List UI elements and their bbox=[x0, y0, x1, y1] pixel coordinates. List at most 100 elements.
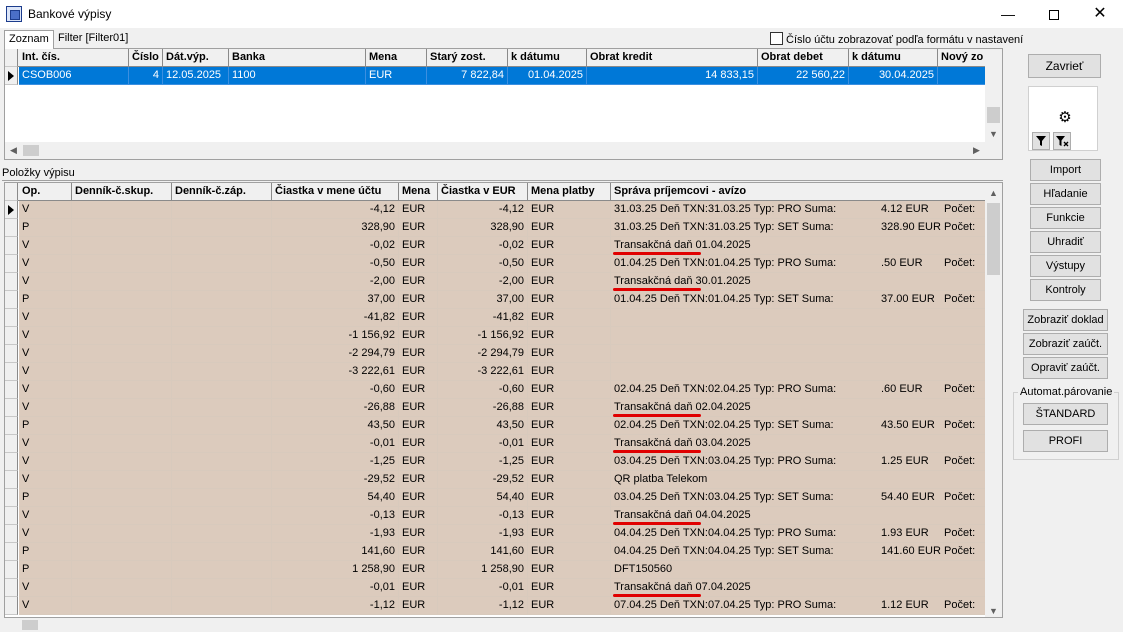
pay-button[interactable]: Uhradiť bbox=[1030, 231, 1101, 253]
statements-vscroll[interactable]: ▼ bbox=[985, 49, 1002, 143]
item-message-cell: 04.04.25 Deň TXN:04.04.25 Typ: PRO Suma:… bbox=[611, 525, 986, 543]
item-cell bbox=[172, 237, 272, 255]
statements-column-header[interactable]: Obrat kredit bbox=[587, 49, 758, 67]
item-row[interactable]: V -26,88 EUR -26,88 EUR Transakčná daň 02.04.… bbox=[5, 399, 986, 417]
statement-row[interactable]: CSOB006 4 12.05.2025 1100 EUR 7 822,84 01.04.2… bbox=[5, 67, 998, 85]
item-row[interactable]: P1 258,90 EUR 1 258,90 EUR DFT150560 bbox=[5, 561, 986, 579]
items-vscroll[interactable]: ▲ ▼ bbox=[985, 183, 1002, 617]
statements-vscroll-thumb[interactable] bbox=[987, 107, 1000, 123]
outputs-button[interactable]: Výstupy bbox=[1030, 255, 1101, 277]
statements-hscroll[interactable]: ◀ ▶ bbox=[5, 142, 1002, 159]
tab-list[interactable]: Zoznam bbox=[4, 30, 54, 49]
minimize-button[interactable]: — bbox=[985, 0, 1031, 28]
items-column-header[interactable]: Mena bbox=[399, 183, 438, 201]
statements-column-header[interactable]: Mena bbox=[366, 49, 427, 67]
items-vscroll-thumb[interactable] bbox=[987, 203, 1000, 275]
item-row[interactable]: V -1 156,92 EUR -1 156,92 EUR bbox=[5, 327, 986, 345]
item-message-count-label: Počet: bbox=[944, 527, 976, 539]
item-row[interactable]: P 328,90 EUR 328,90 EUR 31.03.25 Deň TXN:31.0… bbox=[5, 219, 986, 237]
item-cell bbox=[172, 561, 272, 579]
maximize-button[interactable] bbox=[1031, 0, 1077, 28]
item-cell: EUR bbox=[399, 219, 438, 237]
items-hscroll-thumb[interactable] bbox=[22, 620, 38, 630]
filter-clear-icon[interactable] bbox=[1053, 132, 1071, 150]
statements-column-header[interactable]: k dátumu bbox=[508, 49, 587, 67]
item-row[interactable]: P 43,50 EUR 43,50 EUR 02.04.25 Deň TXN:02.04.… bbox=[5, 417, 986, 435]
item-row[interactable]: V -0,60 EUR -0,60 EUR 02.04.25 Deň TXN:02.04.… bbox=[5, 381, 986, 399]
statements-column-header[interactable]: Starý zost. bbox=[427, 49, 508, 67]
item-row[interactable]: V -1,25 EUR -1,25 EUR 03.04.25 Deň TXN:03.04.… bbox=[5, 453, 986, 471]
item-message-cell: 03.04.25 Deň TXN:03.04.25 Typ: SET Suma:… bbox=[611, 489, 986, 507]
items-column-header[interactable]: Mena platby bbox=[528, 183, 611, 201]
items-column-header[interactable]: Čiastka v EUR bbox=[438, 183, 528, 201]
item-row[interactable]: V -4,12 EUR -4,12 EUR 31.03.25 Deň TXN:31.03.… bbox=[5, 201, 986, 219]
item-row[interactable]: V -0,01 EUR -0,01 EUR Transakčná daň 07.04.20… bbox=[5, 579, 986, 597]
item-row[interactable]: P 141,60 EUR 141,60 EUR 04.04.25 Deň TXN:04.0… bbox=[5, 543, 986, 561]
statements-column-header[interactable]: k dátumu bbox=[849, 49, 938, 67]
account-format-option[interactable]: Číslo účtu zobrazovať podľa formátu v na… bbox=[770, 32, 1023, 46]
standard-button[interactable]: ŠTANDARD bbox=[1023, 403, 1108, 425]
item-cell: P bbox=[19, 561, 72, 579]
statements-column-header[interactable]: Banka bbox=[229, 49, 366, 67]
item-row[interactable]: V -2 294,79 EUR -2 294,79 EUR bbox=[5, 345, 986, 363]
close-window-button[interactable]: ✕ bbox=[1077, 0, 1123, 28]
search-button[interactable]: Hľadanie bbox=[1030, 183, 1101, 205]
item-row[interactable]: P 37,00 EUR 37,00 EUR 01.04.25 Deň TXN:01.04.… bbox=[5, 291, 986, 309]
splitter[interactable] bbox=[2, 180, 1003, 181]
item-row[interactable]: V -29,52 EUR -29,52 EUR QR platba Telekom bbox=[5, 471, 986, 489]
item-cell: EUR bbox=[528, 471, 611, 489]
items-hscroll[interactable] bbox=[4, 618, 1003, 632]
item-row[interactable]: V -1,12 EUR -1,12 EUR 07.04.25 Deň TXN:07.04.… bbox=[5, 597, 986, 615]
items-column-header[interactable]: Správa príjemcovi - avízo bbox=[611, 183, 986, 201]
import-button[interactable]: Import bbox=[1030, 159, 1101, 181]
profi-button[interactable]: PROFI bbox=[1023, 430, 1108, 452]
scroll-down-icon[interactable]: ▼ bbox=[985, 603, 1002, 617]
item-row[interactable]: V -2,00 EUR -2,00 EUR Transakčná daň 30.01.20… bbox=[5, 273, 986, 291]
item-row[interactable]: P 54,40 EUR 54,40 EUR 03.04.25 Deň TXN:03.04.… bbox=[5, 489, 986, 507]
scroll-down-icon[interactable]: ▼ bbox=[985, 126, 1002, 143]
functions-button[interactable]: Funkcie bbox=[1030, 207, 1101, 229]
statements-column-header[interactable]: Dát.výp. bbox=[163, 49, 229, 67]
item-message-amount: 1.25 EUR bbox=[881, 455, 929, 467]
filter-icon[interactable] bbox=[1032, 132, 1050, 150]
item-cell: V bbox=[19, 201, 72, 219]
item-cell: V bbox=[19, 579, 72, 597]
items-column-header[interactable]: Denník-č.skup. bbox=[72, 183, 172, 201]
item-cell: 328,90 bbox=[438, 219, 528, 237]
scroll-left-icon[interactable]: ◀ bbox=[5, 142, 22, 159]
item-message-cell: 07.04.25 Deň TXN:07.04.25 Typ: PRO Suma:… bbox=[611, 597, 986, 615]
fix-posting-button[interactable]: Opraviť zaúčt. bbox=[1023, 357, 1108, 379]
item-cell bbox=[172, 435, 272, 453]
item-row[interactable]: V -0,13 EUR -0,13 EUR Transakčná daň 04.04.20… bbox=[5, 507, 986, 525]
scroll-up-icon[interactable]: ▲ bbox=[985, 185, 1002, 202]
item-cell bbox=[72, 255, 172, 273]
account-format-label: Číslo účtu zobrazovať podľa formátu v na… bbox=[786, 34, 1024, 46]
item-cell: EUR bbox=[528, 489, 611, 507]
account-format-checkbox[interactable] bbox=[770, 32, 783, 45]
items-column-header[interactable]: Denník-č.záp. bbox=[172, 183, 272, 201]
item-row[interactable]: V -0,01 EUR -0,01 EUR Transakčná daň 03.04.20… bbox=[5, 435, 986, 453]
item-cell: 54,40 bbox=[438, 489, 528, 507]
show-document-button[interactable]: Zobraziť doklad bbox=[1023, 309, 1108, 331]
item-row[interactable]: V -0,50 EUR -0,50 EUR 01.04.25 Deň TXN:01.04.… bbox=[5, 255, 986, 273]
statements-column-header[interactable]: Int. čís. bbox=[19, 49, 129, 67]
statements-column-header[interactable]: Obrat debet bbox=[758, 49, 849, 67]
row-indicator-icon bbox=[5, 345, 18, 363]
scroll-right-icon[interactable]: ▶ bbox=[968, 142, 985, 159]
item-cell: EUR bbox=[528, 417, 611, 435]
item-row[interactable]: V -41,82 EUR -41,82 EUR bbox=[5, 309, 986, 327]
items-column-header[interactable]: Op. bbox=[19, 183, 72, 201]
item-message-text: 04.04.25 Deň TXN:04.04.25 Typ: PRO Suma: bbox=[614, 527, 837, 539]
items-column-header[interactable]: Čiastka v mene účtu bbox=[272, 183, 399, 201]
item-row[interactable]: V -0,02 EUR -0,02 EUR Transakčná daň 01.04.20… bbox=[5, 237, 986, 255]
gear-icon[interactable]: ⚙ bbox=[1056, 110, 1074, 128]
statements-hscroll-thumb[interactable] bbox=[23, 145, 39, 156]
show-posting-button[interactable]: Zobraziť zaúčt. bbox=[1023, 333, 1108, 355]
statements-column-header[interactable]: Číslo bbox=[129, 49, 163, 67]
close-button[interactable]: Zavrieť bbox=[1028, 54, 1101, 78]
checks-button[interactable]: Kontroly bbox=[1030, 279, 1101, 301]
item-row[interactable]: V -1,93 EUR -1,93 EUR 04.04.25 Deň TXN:04.04.… bbox=[5, 525, 986, 543]
tab-filter[interactable]: Filter [Filter01] bbox=[54, 30, 132, 48]
item-row[interactable]: V -3 222,61 EUR -3 222,61 EUR bbox=[5, 363, 986, 381]
item-cell: -1,12 bbox=[272, 597, 399, 615]
